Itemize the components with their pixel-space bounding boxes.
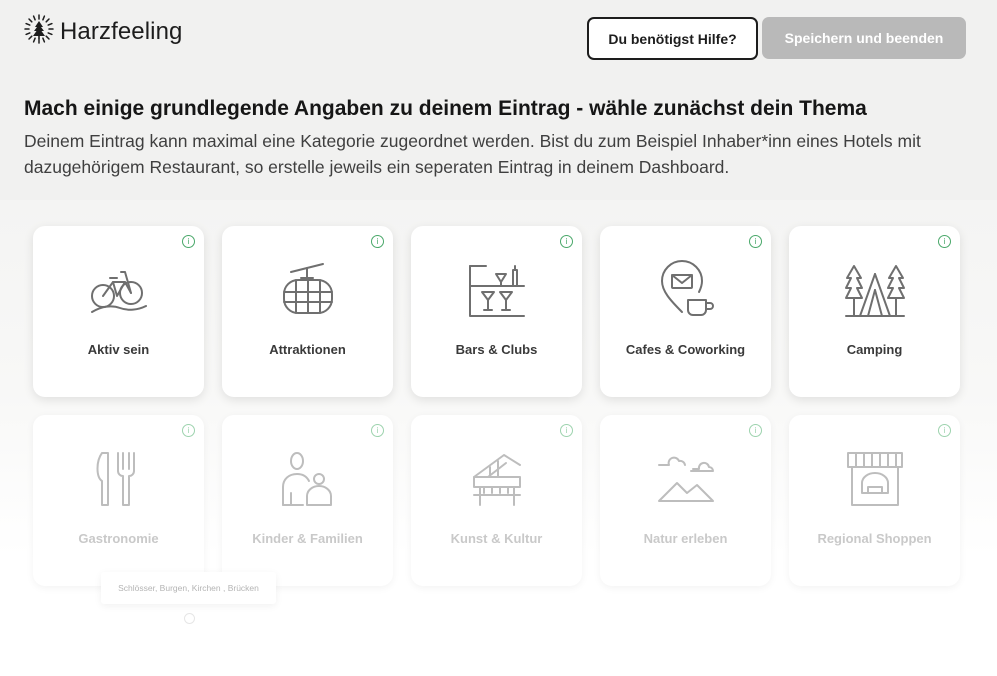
category-label: Aktiv sein bbox=[87, 342, 150, 357]
info-icon[interactable]: i bbox=[182, 424, 195, 437]
piano-icon bbox=[466, 449, 528, 511]
category-card-kunst-kultur[interactable]: i Kunst & Kultur bbox=[411, 415, 582, 586]
family-icon bbox=[277, 449, 339, 511]
info-icon[interactable]: i bbox=[938, 235, 951, 248]
category-card-gastronomie[interactable]: i Gastronomie bbox=[33, 415, 204, 586]
sun-tree-logo-icon bbox=[24, 14, 54, 49]
page-description: Deinem Eintrag kann maximal eine Kategor… bbox=[24, 131, 921, 177]
category-card-aktiv-sein[interactable]: i Aktiv sein bbox=[33, 226, 204, 397]
info-icon[interactable]: i bbox=[560, 235, 573, 248]
category-label: Gastronomie bbox=[78, 531, 159, 546]
help-button[interactable]: Du benötigst Hilfe? bbox=[587, 17, 758, 60]
category-card-bars-clubs[interactable]: i Bars & Clubs bbox=[411, 226, 582, 397]
bicycle-icon bbox=[88, 260, 150, 322]
category-card-cafes-coworking[interactable]: i Cafes & Coworking bbox=[600, 226, 771, 397]
cable-car-icon bbox=[277, 260, 339, 322]
fork-knife-icon bbox=[88, 449, 150, 511]
info-icon[interactable]: i bbox=[182, 235, 195, 248]
category-label: Kinder & Familien bbox=[252, 531, 363, 546]
page-title: Mach einige grundlegende Angaben zu dein… bbox=[24, 97, 867, 120]
category-card-attraktionen[interactable]: i Attraktionen bbox=[222, 226, 393, 397]
info-icon bbox=[184, 613, 195, 624]
bar-icon bbox=[466, 260, 528, 322]
category-label: Kunst & Kultur bbox=[450, 531, 543, 546]
info-icon[interactable]: i bbox=[749, 424, 762, 437]
category-label: Bars & Clubs bbox=[455, 342, 538, 357]
category-label: Attraktionen bbox=[269, 342, 346, 357]
category-card-camping[interactable]: i Camping bbox=[789, 226, 960, 397]
logo[interactable]: Harzfeeling bbox=[24, 14, 183, 49]
category-card-natur-erleben[interactable]: i Natur erleben bbox=[600, 415, 771, 586]
shop-icon bbox=[844, 449, 906, 511]
category-label: Camping bbox=[846, 342, 903, 357]
category-card-regional-shoppen[interactable]: i Regional Shoppen bbox=[789, 415, 960, 586]
info-icon[interactable]: i bbox=[371, 424, 384, 437]
category-label: Natur erleben bbox=[643, 531, 728, 546]
cafe-location-icon bbox=[655, 260, 717, 322]
info-icon[interactable]: i bbox=[938, 424, 951, 437]
tent-trees-icon bbox=[844, 260, 906, 322]
category-tooltip: Schlösser, Burgen, Kirchen , Brücken bbox=[101, 572, 276, 604]
save-and-exit-button[interactable]: Speichern und beenden bbox=[762, 17, 966, 59]
mountains-clouds-icon bbox=[655, 449, 717, 511]
category-label: Cafes & Coworking bbox=[625, 342, 746, 357]
category-label: Regional Shoppen bbox=[817, 531, 932, 546]
logo-text: Harzfeeling bbox=[60, 17, 183, 45]
info-icon[interactable]: i bbox=[749, 235, 762, 248]
info-icon[interactable]: i bbox=[371, 235, 384, 248]
category-card-kinder-familien[interactable]: i Kinder & Familien bbox=[222, 415, 393, 586]
info-icon[interactable]: i bbox=[560, 424, 573, 437]
